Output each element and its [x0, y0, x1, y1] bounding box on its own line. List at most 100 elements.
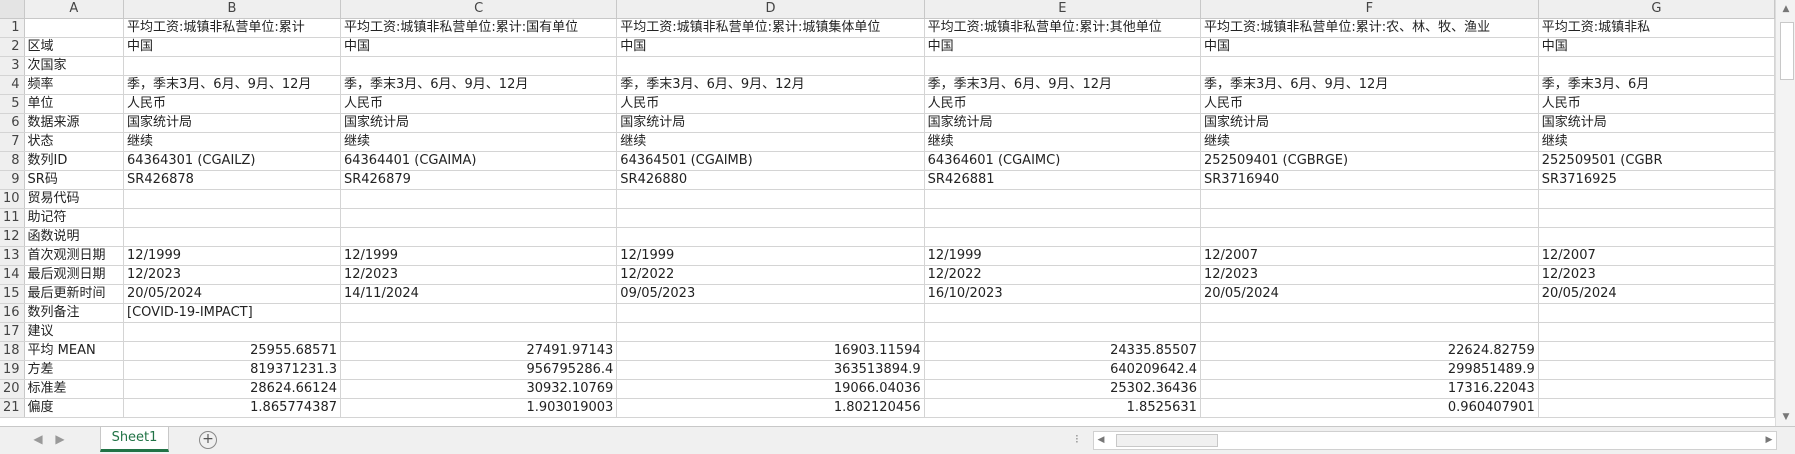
cell-f12[interactable]: [1200, 227, 1539, 247]
cell-c17[interactable]: [340, 322, 618, 342]
row-header[interactable]: 2: [0, 37, 25, 57]
cell-d3[interactable]: [616, 56, 925, 76]
cell-f7[interactable]: 继续: [1200, 132, 1539, 152]
cell-d5[interactable]: 人民币: [616, 94, 925, 114]
cell-e13[interactable]: 12/1999: [924, 246, 1201, 266]
cell-b15[interactable]: 20/05/2024: [123, 284, 341, 304]
cell-f1[interactable]: 平均工资:城镇非私营单位:累计:农、林、牧、渔业: [1200, 18, 1539, 38]
cell-a6[interactable]: 数据来源: [24, 113, 125, 133]
row-header[interactable]: 1: [0, 18, 25, 38]
cell-d18[interactable]: 16903.11594: [616, 341, 925, 361]
horizontal-scrollbar[interactable]: ◀ ▶: [1093, 431, 1777, 450]
cell-f4[interactable]: 季，季末3月、6月、9月、12月: [1200, 75, 1539, 95]
cell-b10[interactable]: [123, 189, 341, 209]
row-header[interactable]: 19: [0, 360, 25, 380]
vertical-scrollbar[interactable]: ▲ ▼: [1775, 0, 1795, 426]
cell-g21[interactable]: [1538, 398, 1775, 418]
cell-a13[interactable]: 首次观测日期: [24, 246, 125, 266]
cell-e10[interactable]: [924, 189, 1201, 209]
cell-g4[interactable]: 季，季末3月、6月: [1538, 75, 1775, 95]
cell-f10[interactable]: [1200, 189, 1539, 209]
row-header[interactable]: 3: [0, 56, 25, 76]
cell-f8[interactable]: 252509401 (CGBRGE): [1200, 151, 1539, 171]
cell-b17[interactable]: [123, 322, 341, 342]
cell-f2[interactable]: 中国: [1200, 37, 1539, 57]
row-header[interactable]: 14: [0, 265, 25, 285]
cell-g13[interactable]: 12/2007: [1538, 246, 1775, 266]
row-header[interactable]: 17: [0, 322, 25, 342]
cell-c15[interactable]: 14/11/2024: [340, 284, 618, 304]
row-header[interactable]: 20: [0, 379, 25, 399]
cell-c21[interactable]: 1.903019003: [340, 398, 618, 418]
cell-e16[interactable]: [924, 303, 1201, 323]
cell-b13[interactable]: 12/1999: [123, 246, 341, 266]
row-header[interactable]: 10: [0, 189, 25, 209]
cell-b18[interactable]: 25955.68571: [123, 341, 341, 361]
row-header[interactable]: 8: [0, 151, 25, 171]
cell-a8[interactable]: 数列ID: [24, 151, 125, 171]
cell-a20[interactable]: 标准差: [24, 379, 125, 399]
cell-f6[interactable]: 国家统计局: [1200, 113, 1539, 133]
cell-g15[interactable]: 20/05/2024: [1538, 284, 1775, 304]
column-header-c[interactable]: C: [340, 0, 618, 19]
cell-f13[interactable]: 12/2007: [1200, 246, 1539, 266]
cell-g10[interactable]: [1538, 189, 1775, 209]
cell-b21[interactable]: 1.865774387: [123, 398, 341, 418]
cell-e20[interactable]: 25302.36436: [924, 379, 1201, 399]
cell-d6[interactable]: 国家统计局: [616, 113, 925, 133]
vertical-scroll-thumb[interactable]: [1780, 22, 1794, 80]
cell-e3[interactable]: [924, 56, 1201, 76]
cell-a1[interactable]: [24, 18, 125, 38]
row-header[interactable]: 9: [0, 170, 25, 190]
row-header[interactable]: 21: [0, 398, 25, 418]
cell-e15[interactable]: 16/10/2023: [924, 284, 1201, 304]
cell-g2[interactable]: 中国: [1538, 37, 1775, 57]
row-header[interactable]: 11: [0, 208, 25, 228]
cell-a4[interactable]: 频率: [24, 75, 125, 95]
cell-table[interactable]: ABCDEFG 1 平均工资:城镇非私营单位:累计 平均工资:城镇非私营单位:累计:…: [0, 0, 1775, 418]
cell-d20[interactable]: 19066.04036: [616, 379, 925, 399]
cell-d9[interactable]: SR426880: [616, 170, 925, 190]
cell-c16[interactable]: [340, 303, 618, 323]
cell-c20[interactable]: 30932.10769: [340, 379, 618, 399]
cell-d21[interactable]: 1.802120456: [616, 398, 925, 418]
cell-c19[interactable]: 956795286.4: [340, 360, 618, 380]
cell-f3[interactable]: [1200, 56, 1539, 76]
cell-b20[interactable]: 28624.66124: [123, 379, 341, 399]
row-header[interactable]: 7: [0, 132, 25, 152]
cell-e8[interactable]: 64364601 (CGAIMC): [924, 151, 1201, 171]
cell-c9[interactable]: SR426879: [340, 170, 618, 190]
row-header[interactable]: 16: [0, 303, 25, 323]
cell-g8[interactable]: 252509501 (CGBR: [1538, 151, 1775, 171]
cell-a14[interactable]: 最后观测日期: [24, 265, 125, 285]
cell-e9[interactable]: SR426881: [924, 170, 1201, 190]
cell-g14[interactable]: 12/2023: [1538, 265, 1775, 285]
cell-a9[interactable]: SR码: [24, 170, 125, 190]
cell-d16[interactable]: [616, 303, 925, 323]
horizontal-scroll-thumb[interactable]: [1116, 434, 1218, 447]
cell-f15[interactable]: 20/05/2024: [1200, 284, 1539, 304]
cell-c11[interactable]: [340, 208, 618, 228]
cell-a7[interactable]: 状态: [24, 132, 125, 152]
cell-b7[interactable]: 继续: [123, 132, 341, 152]
cell-b4[interactable]: 季，季末3月、6月、9月、12月: [123, 75, 341, 95]
cell-b3[interactable]: [123, 56, 341, 76]
column-header-f[interactable]: F: [1200, 0, 1539, 19]
cell-g17[interactable]: [1538, 322, 1775, 342]
row-header[interactable]: 5: [0, 94, 25, 114]
cell-d7[interactable]: 继续: [616, 132, 925, 152]
cell-e14[interactable]: 12/2022: [924, 265, 1201, 285]
cell-f20[interactable]: 17316.22043: [1200, 379, 1539, 399]
cell-d13[interactable]: 12/1999: [616, 246, 925, 266]
cell-a21[interactable]: 偏度: [24, 398, 125, 418]
cell-d17[interactable]: [616, 322, 925, 342]
cell-c14[interactable]: 12/2023: [340, 265, 618, 285]
cell-b19[interactable]: 819371231.3: [123, 360, 341, 380]
cell-g7[interactable]: 继续: [1538, 132, 1775, 152]
cell-b12[interactable]: [123, 227, 341, 247]
row-header[interactable]: 6: [0, 113, 25, 133]
cell-a12[interactable]: 函数说明: [24, 227, 125, 247]
cell-e5[interactable]: 人民币: [924, 94, 1201, 114]
cell-e12[interactable]: [924, 227, 1201, 247]
cell-b5[interactable]: 人民币: [123, 94, 341, 114]
